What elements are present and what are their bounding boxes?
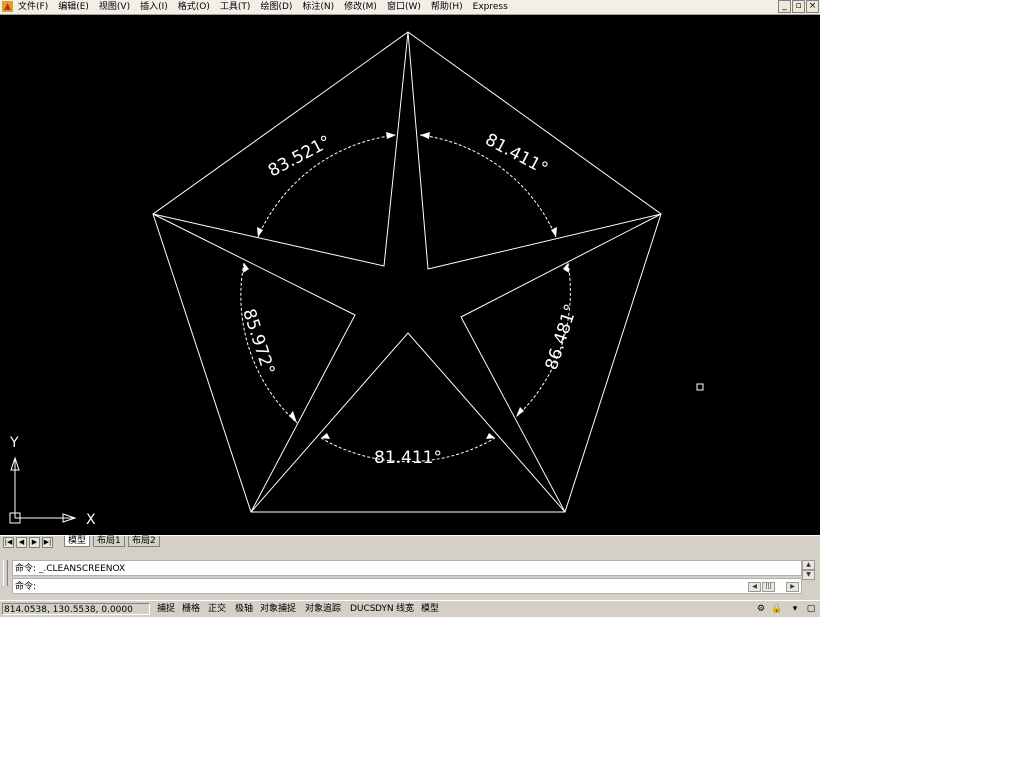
menu-edit[interactable]: 编辑(E) bbox=[58, 0, 89, 14]
toggle-osnap[interactable]: 对象捕捉 bbox=[260, 603, 296, 615]
dim-text-left: 85.972° bbox=[238, 306, 278, 377]
menu-express[interactable]: Express bbox=[473, 0, 508, 14]
menu-dimension[interactable]: 标注(N) bbox=[302, 0, 334, 14]
close-button[interactable]: × bbox=[806, 0, 819, 13]
drawing-canvas[interactable]: 83.521° 81.411° 85.972° 86.481° 81.411° … bbox=[0, 15, 820, 535]
dim-text-right: 86.481° bbox=[542, 302, 582, 373]
communication-center-icon[interactable]: ⚙ bbox=[754, 602, 768, 616]
arrowhead bbox=[420, 132, 430, 139]
horizontal-scrollbar[interactable]: ◀ ||| ▶ bbox=[748, 581, 799, 592]
command-history: 命令: _.CLEANSCREENOX bbox=[12, 560, 802, 576]
menu-window[interactable]: 窗口(W) bbox=[387, 0, 421, 14]
toggle-snap[interactable]: 捕捉 bbox=[157, 603, 175, 615]
chevron-down-icon[interactable]: ▾ bbox=[788, 602, 802, 616]
tab-layout1[interactable]: 布局1 bbox=[93, 536, 125, 547]
restore-button[interactable]: ▫ bbox=[792, 0, 805, 13]
dim-text-bottom: 81.411° bbox=[374, 448, 442, 468]
menu: 文件(F) 编辑(E) 视图(V) 插入(I) 格式(O) 工具(T) 绘图(D… bbox=[18, 0, 518, 14]
tab-layout2[interactable]: 布局2 bbox=[128, 536, 160, 547]
menu-modify[interactable]: 修改(M) bbox=[344, 0, 377, 14]
toggle-grid[interactable]: 栅格 bbox=[182, 603, 200, 615]
ucs-icon bbox=[9, 456, 77, 524]
dim-text-top-right: 81.411° bbox=[482, 130, 551, 180]
layout-tab-bar: |◀ ◀ ▶ ▶| 模型 布局1 布局2 bbox=[0, 535, 820, 548]
arrowhead bbox=[551, 227, 557, 237]
menu-insert[interactable]: 插入(I) bbox=[140, 0, 168, 14]
autocad-window: 文件(F) 编辑(E) 视图(V) 插入(I) 格式(O) 工具(T) 绘图(D… bbox=[0, 0, 820, 617]
tab-model[interactable]: 模型 bbox=[64, 536, 91, 547]
arrowhead bbox=[321, 433, 330, 439]
scroll-right-icon[interactable]: ▶ bbox=[786, 582, 799, 592]
first-tab-button[interactable]: |◀ bbox=[3, 537, 14, 548]
arrowhead bbox=[386, 132, 396, 139]
scroll-up-icon[interactable]: ▲ bbox=[802, 560, 815, 570]
arrowhead bbox=[257, 227, 263, 237]
cursor-pickbox bbox=[696, 383, 704, 391]
toggle-otrack[interactable]: 对象追踪 bbox=[305, 603, 341, 615]
toggle-ducs[interactable]: DUCS bbox=[350, 603, 376, 615]
clean-screen-icon[interactable]: ▢ bbox=[804, 602, 818, 616]
arrowhead bbox=[289, 411, 297, 423]
command-grip[interactable] bbox=[3, 560, 8, 586]
coordinate-display[interactable]: 814.0538, 130.5538, 0.0000 bbox=[2, 603, 150, 615]
dim-text-top-left: 83.521° bbox=[265, 132, 334, 182]
arrowhead bbox=[486, 433, 495, 439]
status-bar: 814.0538, 130.5538, 0.0000 捕捉 栅格 正交 极轴 对… bbox=[0, 600, 820, 617]
lock-icon[interactable]: 🔒 bbox=[770, 602, 784, 616]
toggle-model[interactable]: 模型 bbox=[421, 603, 439, 615]
toggle-lineweight[interactable]: 线宽 bbox=[396, 603, 414, 615]
menu-view[interactable]: 视图(V) bbox=[99, 0, 130, 14]
prev-tab-button[interactable]: ◀ bbox=[16, 537, 27, 548]
minimize-button[interactable]: _ bbox=[778, 0, 791, 13]
command-window: 命令: _.CLEANSCREENOX 命令: ▲ ▼ ◀ ||| ▶ bbox=[0, 548, 820, 600]
arrowhead bbox=[516, 407, 524, 417]
scroll-thumb[interactable]: ||| bbox=[762, 582, 775, 592]
drawing-svg: 83.521° 81.411° 85.972° 86.481° 81.411° … bbox=[9, 31, 704, 528]
pentagon-outline bbox=[152, 31, 662, 513]
menu-bar: 文件(F) 编辑(E) 视图(V) 插入(I) 格式(O) 工具(T) 绘图(D… bbox=[0, 0, 820, 15]
command-input[interactable]: 命令: bbox=[12, 578, 802, 594]
scroll-left-icon[interactable]: ◀ bbox=[748, 582, 761, 592]
ucs-x-label: X bbox=[86, 512, 96, 528]
last-tab-button[interactable]: ▶| bbox=[42, 537, 53, 548]
app-icon[interactable] bbox=[2, 1, 13, 12]
toggle-polar[interactable]: 极轴 bbox=[235, 603, 253, 615]
window-controls: _ ▫ × bbox=[777, 0, 819, 13]
menu-draw[interactable]: 绘图(D) bbox=[260, 0, 292, 14]
menu-help[interactable]: 帮助(H) bbox=[431, 0, 463, 14]
toggle-ortho[interactable]: 正交 bbox=[208, 603, 226, 615]
toggle-dyn[interactable]: DYN bbox=[375, 603, 394, 615]
menu-file[interactable]: 文件(F) bbox=[18, 0, 48, 14]
menu-format[interactable]: 格式(O) bbox=[178, 0, 210, 14]
arrowhead bbox=[243, 263, 249, 273]
menu-tools[interactable]: 工具(T) bbox=[220, 0, 251, 14]
next-tab-button[interactable]: ▶ bbox=[29, 537, 40, 548]
star-shape bbox=[152, 31, 662, 513]
scroll-down-icon[interactable]: ▼ bbox=[802, 570, 815, 580]
ucs-y-label: Y bbox=[9, 435, 19, 451]
